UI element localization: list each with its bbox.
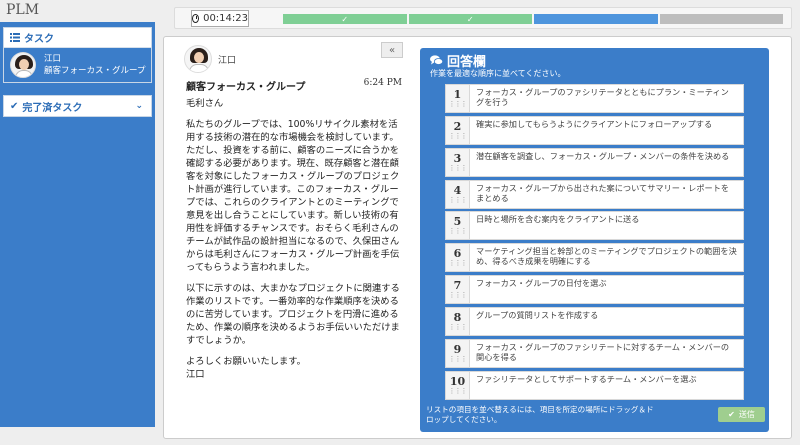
answer-item[interactable]: 3 ⋮⋮⋮ 潜在顧客を調査し、フォーカス・グループ・メンバーの条件を決める xyxy=(445,147,744,177)
answer-item[interactable]: 9 ⋮⋮⋮ フォーカス・グループのファシリテートに対するチーム・メンバーの関心を得る xyxy=(445,338,744,368)
item-text: ファシリテータとしてサポートするチーム・メンバーを選ぶ xyxy=(476,373,697,384)
progress-segment: ✓ xyxy=(283,14,407,24)
sortable-list: 1 ⋮⋮⋮ フォーカス・グループのファシリテータとともにプラン・ミーティングを行う 2… xyxy=(445,84,744,402)
item-number: 10 xyxy=(449,374,466,388)
answer-instructions: 作業を最適な順序に並べてください。 xyxy=(430,69,566,78)
email-signature: 江口 xyxy=(186,369,205,380)
drag-grip-icon: ⋮⋮⋮ xyxy=(448,227,468,236)
answer-item[interactable]: 5 ⋮⋮⋮ 日時と場所を含む案内をクライアントに送る xyxy=(445,211,744,241)
check-icon: ✔ xyxy=(10,100,19,112)
check-icon: ✔ xyxy=(728,410,735,419)
email-sender: 江口 xyxy=(218,56,237,66)
tasks-panel: タスク 江口 顧客フォーカス・グループ xyxy=(3,27,152,83)
drag-grip-icon: ⋮⋮⋮ xyxy=(448,195,468,204)
clock-icon xyxy=(192,14,200,23)
drag-grip-icon: ⋮⋮⋮ xyxy=(448,354,468,363)
submit-button[interactable]: ✔ 送信 xyxy=(718,407,765,422)
answer-item[interactable]: 4 ⋮⋮⋮ フォーカス・グループから出された案についてサマリー・レポートをまとめる xyxy=(445,179,744,209)
item-number: 9 xyxy=(453,342,462,356)
drag-grip-icon: ⋮⋮⋮ xyxy=(448,322,468,331)
drag-handle[interactable]: 9 ⋮⋮⋮ xyxy=(446,339,470,367)
email-closing: よろしくお願いいたします。 xyxy=(186,356,306,367)
chevron-down-icon[interactable]: ⌄ xyxy=(135,101,143,111)
answer-panel: 回答欄 作業を最適な順序に並べてください。 1 ⋮⋮⋮ フォーカス・グループのファシ… xyxy=(420,48,769,432)
task-name: 江口 xyxy=(44,54,62,64)
progress-segment xyxy=(534,14,658,24)
email-time: 6:24 PM xyxy=(363,78,402,88)
drag-handle[interactable]: 8 ⋮⋮⋮ xyxy=(446,307,470,335)
item-text: フォーカス・グループの日付を選ぶ xyxy=(476,278,607,289)
progress-bar: ✓ ✓ xyxy=(283,14,783,24)
comments-icon xyxy=(430,55,443,65)
drag-handle[interactable]: 1 ⋮⋮⋮ xyxy=(446,85,470,112)
completed-label: 完了済タスク xyxy=(22,102,83,114)
answer-item[interactable]: 7 ⋮⋮⋮ フォーカス・グループの日付を選ぶ xyxy=(445,275,744,305)
drag-handle[interactable]: 6 ⋮⋮⋮ xyxy=(446,244,470,272)
progress-segment xyxy=(659,14,783,24)
top-toolbar: 00:14:23 ✓ ✓ xyxy=(174,7,792,29)
drag-instructions: リストの項目を並べ替えるには、項目を所定の場所にドラッグ＆ドロップしてください。 xyxy=(426,405,654,424)
list-icon xyxy=(10,33,20,42)
drag-handle[interactable]: 7 ⋮⋮⋮ xyxy=(446,276,470,304)
email-paragraph: 以下に示すのは、大まかなプロジェクトに関連する作業のリストです。一番効率的な作業… xyxy=(186,283,400,346)
drag-grip-icon: ⋮⋮⋮ xyxy=(448,259,468,268)
drag-handle[interactable]: 2 ⋮⋮⋮ xyxy=(446,116,470,144)
drag-handle[interactable]: 5 ⋮⋮⋮ xyxy=(446,212,470,240)
answer-item[interactable]: 10 ⋮⋮⋮ ファシリテータとしてサポートするチーム・メンバーを選ぶ xyxy=(445,370,744,400)
drag-grip-icon: ⋮⋮⋮ xyxy=(448,386,468,395)
item-text: マーケティング担当と幹部とのミーティングでプロジェクトの範囲を決め、得るべき成果… xyxy=(476,246,737,267)
sidebar: タスク 江口 顧客フォーカス・グループ ✔ 完了済タスク ⌄ xyxy=(0,22,155,427)
sender-avatar xyxy=(184,45,212,73)
item-text: グループの質問リストを作成する xyxy=(476,309,599,320)
avatar xyxy=(10,52,36,78)
email-greeting: 毛利さん xyxy=(186,98,224,109)
drag-handle[interactable]: 3 ⋮⋮⋮ xyxy=(446,148,470,176)
answer-item[interactable]: 6 ⋮⋮⋮ マーケティング担当と幹部とのミーティングでプロジェクトの範囲を決め、得る… xyxy=(445,243,744,273)
timer-value: 00:14:23 xyxy=(203,13,248,24)
email-body: 毛利さん 私たちのグループでは、100%リサイクル素材を活用する技術の潜在的な市… xyxy=(186,97,404,389)
check-icon: ✓ xyxy=(341,14,349,24)
email-paragraph: 私たちのグループでは、100%リサイクル素材を活用する技術の潜在的な市場機会を検… xyxy=(186,119,400,273)
app-title: PLM xyxy=(6,2,40,18)
drag-grip-icon: ⋮⋮⋮ xyxy=(448,291,468,300)
drag-grip-icon: ⋮⋮⋮ xyxy=(448,163,468,172)
tasks-header[interactable]: タスク xyxy=(4,28,151,48)
item-text: フォーカス・グループのファシリテータとともにプラン・ミーティングを行う xyxy=(476,87,729,107)
email-subject: 顧客フォーカス・グループ xyxy=(186,82,306,93)
main-card: « 江口 顧客フォーカス・グループ 6:24 PM 毛利さん 私たちのグループで… xyxy=(163,36,792,439)
item-number: 4 xyxy=(453,183,462,197)
item-text: 潜在顧客を調査し、フォーカス・グループ・メンバーの条件を決める xyxy=(476,150,730,161)
item-text: 確実に参加してもらうようにクライアントにフォローアップする xyxy=(476,118,713,129)
answer-item[interactable]: 2 ⋮⋮⋮ 確実に参加してもらうようにクライアントにフォローアップする xyxy=(445,115,744,145)
check-icon: ✓ xyxy=(466,14,474,24)
item-text: フォーカス・グループから出された案についてサマリー・レポートをまとめる xyxy=(476,182,730,203)
task-subtitle: 顧客フォーカス・グループ xyxy=(44,66,146,76)
timer: 00:14:23 xyxy=(191,10,249,27)
answer-item[interactable]: 8 ⋮⋮⋮ グループの質問リストを作成する xyxy=(445,306,744,336)
drag-handle[interactable]: 10 ⋮⋮⋮ xyxy=(446,371,470,399)
item-text: フォーカス・グループのファシリテートに対するチーム・メンバーの関心を得る xyxy=(476,341,730,362)
drag-grip-icon: ⋮⋮⋮ xyxy=(448,100,468,108)
completed-panel: ✔ 完了済タスク ⌄ xyxy=(3,95,152,117)
completed-header[interactable]: ✔ 完了済タスク ⌄ xyxy=(4,96,151,116)
item-number: 3 xyxy=(453,151,462,165)
drag-grip-icon: ⋮⋮⋮ xyxy=(448,131,468,140)
answer-item[interactable]: 1 ⋮⋮⋮ フォーカス・グループのファシリテータとともにプラン・ミーティングを行う xyxy=(445,84,744,113)
collapse-button[interactable]: « xyxy=(381,42,403,58)
progress-segment: ✓ xyxy=(408,14,532,24)
tasks-label: タスク xyxy=(24,34,54,45)
task-item[interactable]: 江口 顧客フォーカス・グループ xyxy=(4,48,151,82)
item-text: 日時と場所を含む案内をクライアントに送る xyxy=(476,214,640,225)
drag-handle[interactable]: 4 ⋮⋮⋮ xyxy=(446,180,470,208)
